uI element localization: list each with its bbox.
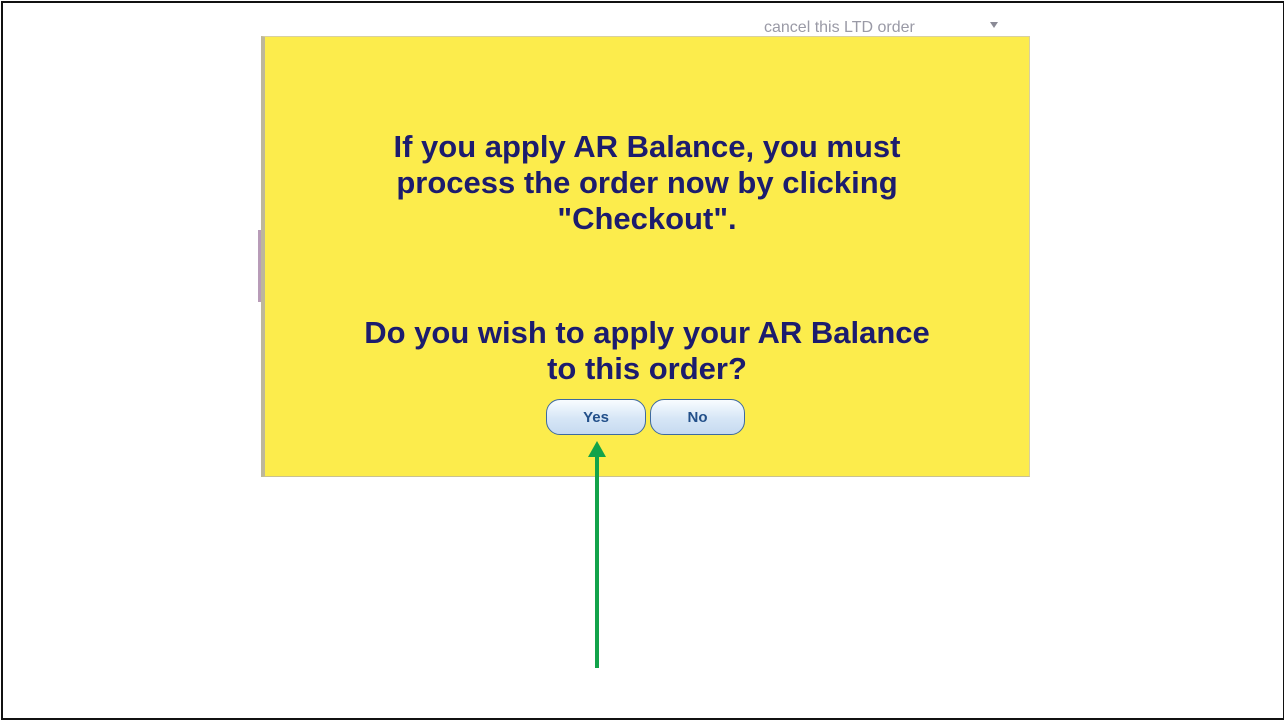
message-line-3: "Checkout". (557, 201, 737, 236)
question-line-2: to this order? (547, 351, 747, 386)
dialog-question: Do you wish to apply your AR Balance to … (265, 315, 1029, 387)
message-line-2: process the order now by clicking (396, 165, 898, 200)
dialog-message: If you apply AR Balance, you must proces… (265, 129, 1029, 237)
question-line-1: Do you wish to apply your AR Balance (364, 315, 930, 350)
message-line-1: If you apply AR Balance, you must (393, 129, 901, 164)
no-button[interactable]: No (650, 399, 745, 435)
arrow-up-icon (588, 441, 606, 457)
chevron-down-icon (990, 22, 998, 28)
arrow-shaft (595, 455, 599, 668)
yes-button[interactable]: Yes (546, 399, 646, 435)
